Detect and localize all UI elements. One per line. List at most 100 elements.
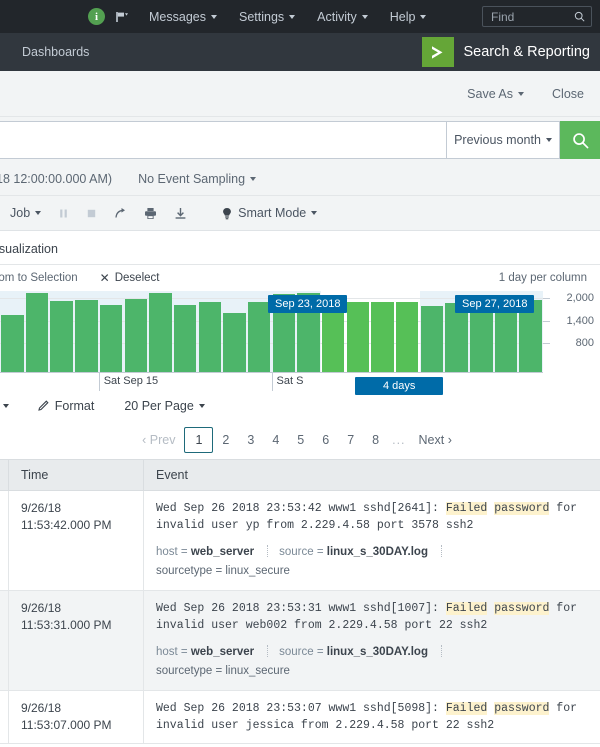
selection-start-tooltip: Sep 23, 2018	[268, 295, 347, 313]
nav-item-help[interactable]: Help	[390, 10, 427, 24]
chevron-down-icon	[362, 15, 368, 19]
chart-bar[interactable]	[347, 302, 369, 372]
lightbulb-icon	[222, 207, 232, 220]
print-icon[interactable]	[144, 207, 157, 220]
deselect-label: Deselect	[115, 272, 160, 284]
chart-bar[interactable]	[75, 300, 97, 372]
event-date: 9/26/18	[21, 700, 143, 717]
event-field[interactable]: source = linux_s_30DAY.log	[279, 543, 428, 562]
pagination-prev: ‹ Prev	[133, 429, 184, 451]
search-mode-selector[interactable]: Smart Mode	[222, 206, 317, 220]
chart-bar[interactable]	[248, 302, 270, 372]
zoom-to-selection-button[interactable]: oom to Selection	[0, 272, 78, 284]
event-field[interactable]: host = web_server	[156, 643, 254, 662]
list-view-selector[interactable]: st	[0, 399, 9, 413]
nav-item-messages[interactable]: Messages	[149, 10, 217, 24]
event-field-key: source =	[279, 646, 327, 658]
row-select-cell[interactable]	[0, 591, 9, 691]
job-menu-button[interactable]: Job	[10, 206, 41, 220]
search-input[interactable]	[0, 121, 447, 159]
pause-icon[interactable]	[58, 208, 69, 219]
chart-y-tick-label: 1,400	[566, 315, 594, 327]
event-field-sourcetype[interactable]: sourcetype = linux_secure	[156, 662, 600, 681]
pagination-page-6[interactable]: 6	[313, 429, 338, 451]
event-time-cell[interactable]: 9/26/1811:53:31.000 PM	[9, 591, 144, 691]
chart-bar[interactable]	[396, 302, 418, 372]
chart-bar[interactable]	[174, 305, 196, 372]
row-select-cell[interactable]	[0, 691, 9, 744]
search-submit-button[interactable]	[560, 121, 600, 159]
tab-visualization[interactable]: Visualization	[0, 242, 58, 264]
event-field-sourcetype[interactable]: sourcetype = linux_secure	[156, 562, 600, 581]
event-field-value: web_server	[191, 546, 254, 558]
find-box[interactable]	[482, 6, 592, 27]
chart-bar[interactable]	[199, 302, 221, 372]
nav-item-help-label: Help	[390, 10, 416, 24]
chart-bar[interactable]	[100, 305, 122, 372]
info-circle-icon[interactable]: i	[88, 8, 105, 25]
chevron-down-icon	[3, 404, 9, 408]
event-content-cell[interactable]: Wed Sep 26 2018 23:53:42 www1 sshd[2641]…	[144, 491, 600, 591]
export-icon[interactable]	[174, 207, 187, 220]
close-label: Close	[552, 87, 584, 101]
nav-item-settings[interactable]: Settings	[239, 10, 295, 24]
chevron-down-icon	[250, 177, 256, 181]
nav-item-activity[interactable]: Activity	[317, 10, 368, 24]
close-button[interactable]: Close	[552, 87, 584, 101]
pagination-page-8[interactable]: 8	[363, 429, 388, 451]
pagination-page-5[interactable]: 5	[288, 429, 313, 451]
event-sampling-selector[interactable]: No Event Sampling	[138, 172, 256, 186]
pagination-page-3[interactable]: 3	[238, 429, 263, 451]
flag-icon[interactable]	[115, 11, 129, 23]
selection-end-tooltip: Sep 27, 2018	[455, 295, 534, 313]
chart-bar[interactable]	[445, 303, 467, 372]
table-header-time[interactable]: Time	[9, 460, 144, 491]
chart-bar[interactable]	[421, 306, 443, 372]
deselect-button[interactable]: ✕ Deselect	[100, 271, 160, 285]
nav-item-settings-label: Settings	[239, 10, 284, 24]
chart-bar[interactable]	[26, 293, 48, 372]
pagination-next[interactable]: Next ›	[410, 429, 461, 451]
chart-granularity-label: 1 day per column	[499, 272, 587, 284]
table-header-event[interactable]: Event	[144, 460, 600, 491]
time-range-picker[interactable]: Previous month	[447, 121, 560, 159]
pagination-page-4[interactable]: 4	[263, 429, 288, 451]
event-field-value: linux_s_30DAY.log	[327, 646, 428, 658]
per-page-selector[interactable]: 20 Per Page	[124, 399, 205, 413]
event-field[interactable]: host = web_server	[156, 543, 254, 562]
event-time-cell[interactable]: 9/26/1811:53:42.000 PM	[9, 491, 144, 591]
pagination-page-7[interactable]: 7	[338, 429, 363, 451]
result-tabs: Visualization	[0, 231, 600, 265]
pagination-page-2[interactable]: 2	[213, 429, 238, 451]
event-field[interactable]: source = linux_s_30DAY.log	[279, 643, 428, 662]
stop-icon[interactable]	[86, 208, 97, 219]
save-as-button[interactable]: Save As	[467, 87, 524, 101]
share-icon[interactable]	[114, 207, 127, 220]
chart-bar[interactable]	[50, 301, 72, 372]
format-button[interactable]: Format	[37, 399, 95, 413]
event-content-cell[interactable]: Wed Sep 26 2018 23:53:31 www1 sshd[1007]…	[144, 591, 600, 691]
event-time-cell[interactable]: 9/26/1811:53:07.000 PM	[9, 691, 144, 744]
chart-bar[interactable]	[223, 313, 245, 372]
chart-bar[interactable]	[149, 293, 171, 372]
event-highlight-failed: Failed	[446, 602, 487, 615]
pagination-page-1[interactable]: 1	[184, 427, 213, 453]
table-row[interactable]: 9/26/1811:53:31.000 PMWed Sep 26 2018 23…	[0, 591, 600, 691]
chevron-down-icon	[311, 211, 317, 215]
breadcrumb[interactable]: Dashboards	[22, 45, 89, 59]
chart-x-tick-label: Sat S	[277, 375, 304, 387]
event-content-cell[interactable]: Wed Sep 26 2018 23:53:07 www1 sshd[5098]…	[144, 691, 600, 744]
find-input[interactable]	[489, 9, 574, 25]
chart-bar[interactable]	[125, 299, 147, 372]
chart-y-tick	[543, 321, 550, 322]
chart-bar[interactable]	[1, 315, 23, 372]
top-navigation-bar: i Messages Settings Activity Help	[0, 0, 600, 33]
event-raw-text: Wed Sep 26 2018 23:53:42 www1 sshd[2641]…	[156, 500, 600, 534]
chart-y-tick-label: 800	[576, 337, 594, 349]
table-row[interactable]: 9/26/1811:53:42.000 PM Wed Sep 26 2018 23…	[0, 491, 600, 591]
table-row[interactable]: 9/26/1811:53:07.000 PMWed Sep 26 2018 23…	[0, 691, 600, 744]
timeline-chart[interactable]: 2,0001,400800 Sat Sep 15Sat S Sep 23, 20…	[0, 291, 600, 391]
event-fields: host = web_server source = linux_s_30DAY.…	[156, 643, 600, 681]
row-select-cell[interactable]	[0, 491, 9, 591]
chart-bar[interactable]	[371, 302, 393, 372]
